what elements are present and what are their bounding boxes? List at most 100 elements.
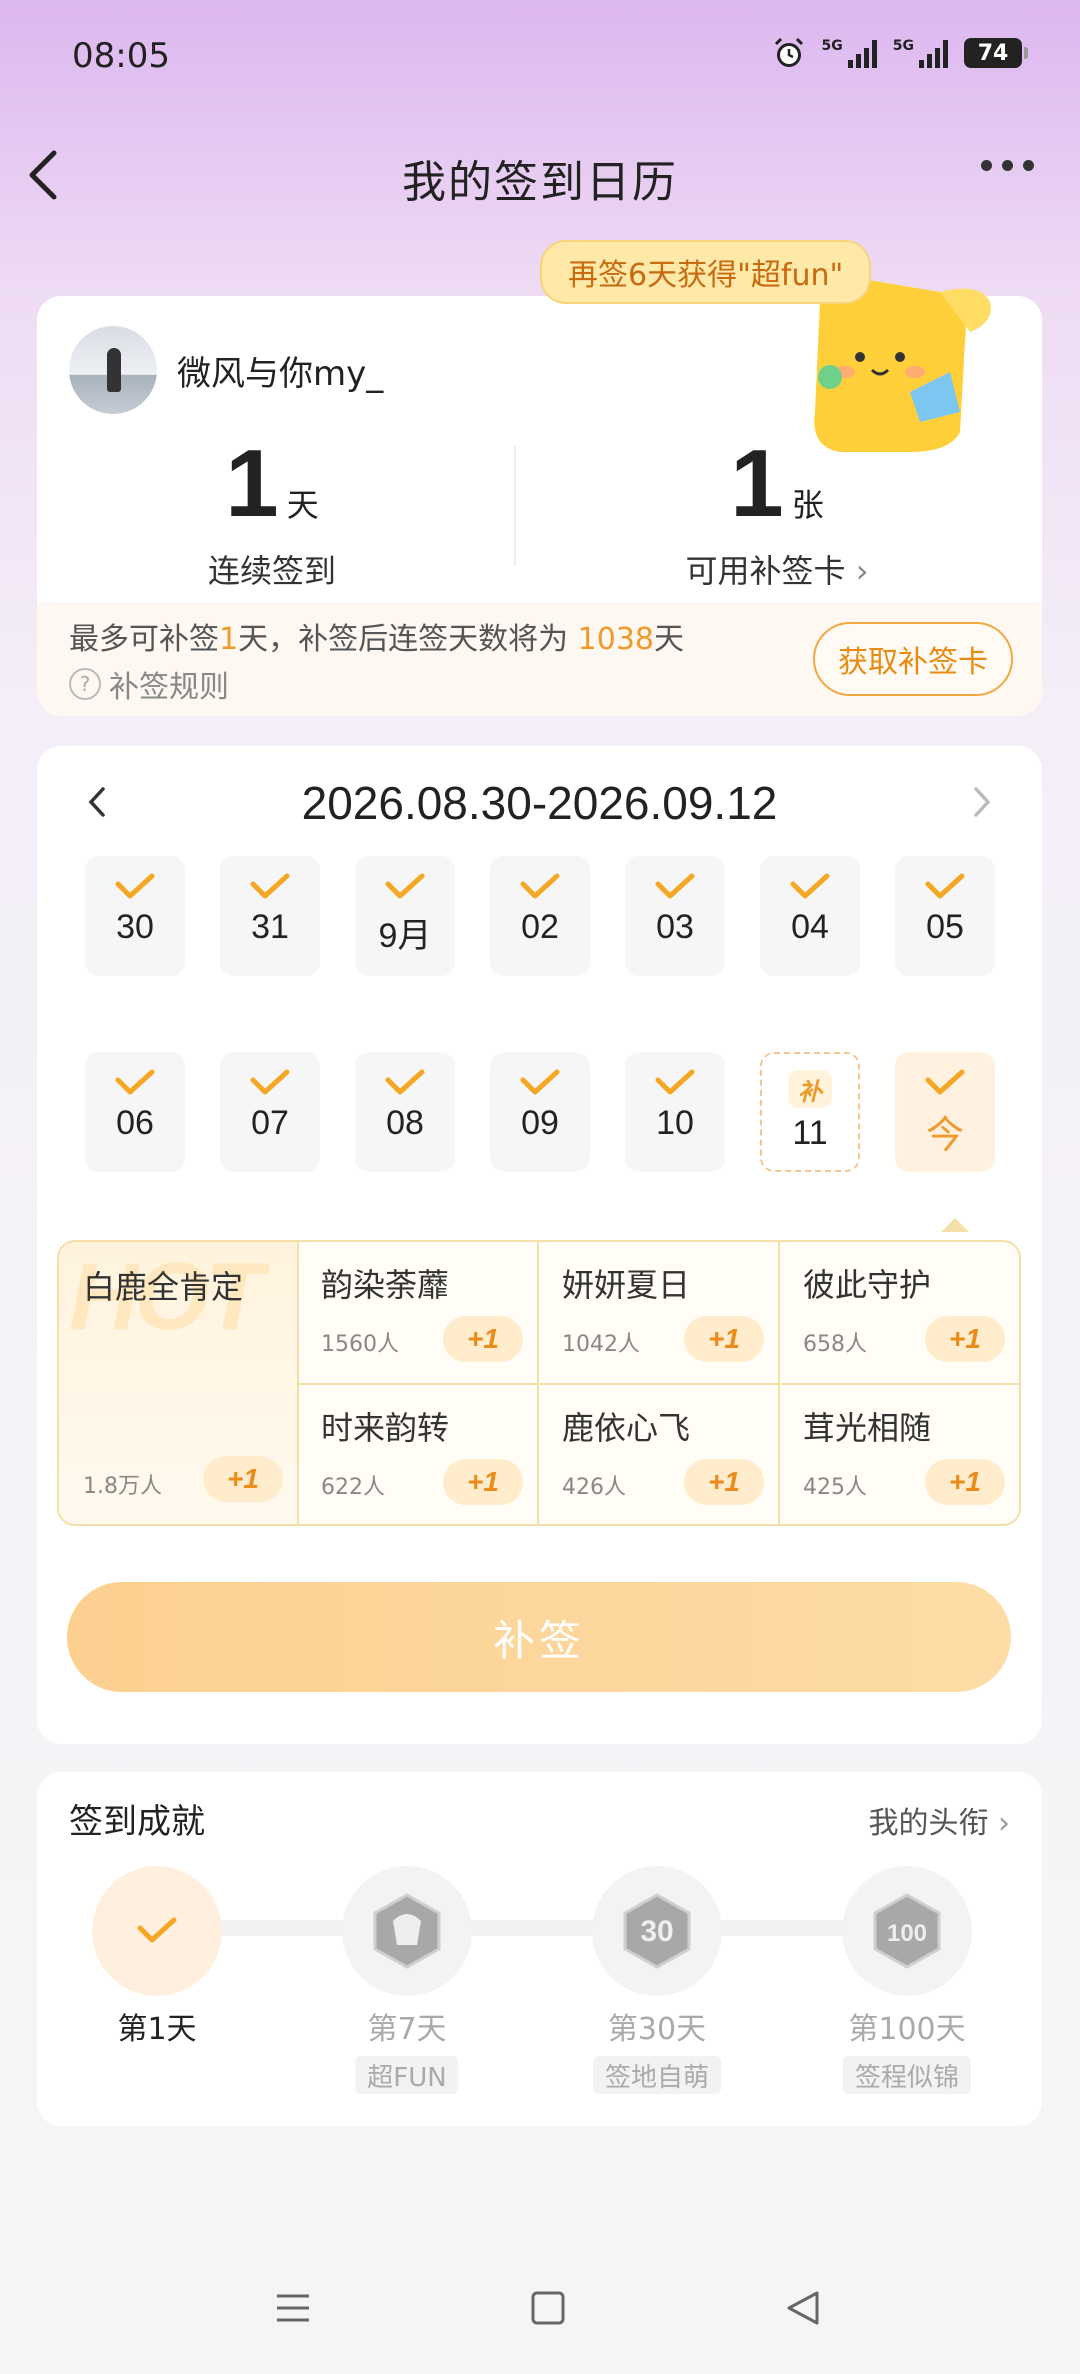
check-icon (655, 1069, 695, 1095)
check-icon (250, 1069, 290, 1095)
check-icon (385, 873, 425, 899)
signal-icon: 5G (893, 38, 948, 68)
check-icon (790, 873, 830, 899)
next-week-button[interactable] (962, 782, 1002, 822)
username: 微风与你my_ (177, 354, 384, 394)
topic-hot-cell[interactable]: HOT 白鹿全肯定 1.8万人 +1 (59, 1242, 299, 1524)
my-titles-link[interactable]: 我的头衔 › (868, 1798, 1010, 1842)
day-label: 今 (925, 1115, 964, 1157)
achievement-node[interactable]: 100 (842, 1866, 972, 1996)
topic-count: 1042人 (562, 1332, 640, 1357)
topic-cell[interactable]: 妍妍夏日 1042人 +1 (540, 1242, 780, 1385)
makeup-info-text: 最多可补签1天，补签后连签天数将为 1038天 (69, 622, 684, 657)
topic-name: 妍妍夏日 (562, 1266, 691, 1304)
day-label: 07 (251, 1104, 289, 1142)
day-label: 08 (386, 1104, 424, 1142)
calendar-day[interactable]: 07 (220, 1052, 320, 1172)
stat-divider (514, 446, 516, 566)
calendar-day-today[interactable]: 今 (895, 1052, 995, 1172)
calendar-day[interactable]: 31 (220, 856, 320, 976)
achievement-title-tag: 签地自萌 (592, 2056, 722, 2094)
check-icon (925, 873, 965, 899)
day-label: 09 (521, 1104, 559, 1142)
topic-count: 1.8万人 (83, 1474, 162, 1499)
status-icons: 5G 5G 74 (772, 36, 1028, 70)
home-icon[interactable] (530, 2290, 566, 2326)
streak-unit: 天 (286, 486, 319, 524)
streak-value: 1 (225, 430, 279, 537)
plus-one-button[interactable]: +1 (925, 1459, 1005, 1505)
plus-one-button[interactable]: +1 (443, 1459, 523, 1505)
topic-cell[interactable]: 时来韵转 622人 +1 (299, 1385, 539, 1524)
badge-number: 30 (640, 1915, 673, 1948)
calendar-week-1: 30 31 9月 02 03 04 05 (85, 856, 995, 976)
makeup-sign-button[interactable]: 补签 (67, 1582, 1011, 1692)
achievement-title-tag: 超FUN (355, 2056, 459, 2094)
streak-label: 连续签到 (207, 552, 336, 590)
achievement-label: 第7天 (367, 2012, 447, 2047)
calendar-day[interactable]: 06 (85, 1052, 185, 1172)
today-pointer (941, 1218, 969, 1232)
achievement-node[interactable] (92, 1866, 222, 1996)
topic-cell[interactable]: 彼此守护 658人 +1 (781, 1242, 1019, 1385)
plus-one-button[interactable]: +1 (443, 1316, 523, 1362)
day-label: 04 (791, 908, 829, 946)
day-label: 30 (116, 908, 154, 946)
plus-one-button[interactable]: +1 (203, 1456, 283, 1502)
plus-one-button[interactable]: +1 (925, 1316, 1005, 1362)
topic-name: 韵染荼蘼 (321, 1266, 450, 1304)
day-label: 06 (116, 1104, 154, 1142)
get-makeup-card-button[interactable]: 获取补签卡 (813, 622, 1013, 696)
alarm-icon (774, 37, 803, 67)
achievement-node[interactable]: 30 (592, 1866, 722, 1996)
topic-grid: HOT 白鹿全肯定 1.8万人 +1 韵染荼蘼 1560人 +1 妍妍夏日 1042人 +… (57, 1240, 1021, 1526)
more-dots-icon (981, 160, 992, 171)
calendar-day[interactable]: 04 (760, 856, 860, 976)
achievement-node[interactable] (342, 1866, 472, 1996)
plus-one-button[interactable]: +1 (684, 1459, 764, 1505)
check-icon (115, 1069, 155, 1095)
day-label: 10 (656, 1104, 694, 1142)
topic-cell[interactable]: 鹿依心飞 426人 +1 (540, 1385, 780, 1524)
topic-name: 鹿依心飞 (562, 1409, 691, 1447)
achievement-label: 第100天 (848, 2012, 966, 2047)
topic-count: 658人 (803, 1332, 867, 1357)
achievements-card: 签到成就 我的头衔 › 第1天 第7天 超FUN 30 第30天 签地自萌 100 第100天… (37, 1772, 1042, 2126)
calendar-day[interactable]: 03 (625, 856, 725, 976)
back-nav-icon[interactable] (785, 2290, 821, 2326)
check-icon (137, 1917, 177, 1943)
achievement-track (137, 1920, 937, 1936)
day-label: 03 (656, 908, 694, 946)
check-icon (385, 1069, 425, 1095)
plus-one-button[interactable]: +1 (684, 1316, 764, 1362)
calendar-day[interactable]: 30 (85, 856, 185, 976)
achievements-title: 签到成就 (69, 1802, 205, 1842)
makeup-badge: 补 (788, 1070, 832, 1108)
more-options-button[interactable] (981, 160, 1034, 171)
cards-label: 可用补签卡 › (685, 552, 869, 590)
date-range: 2026.08.30-2026.09.12 (301, 777, 778, 829)
makeup-rules-link[interactable]: ? 补签规则 (69, 662, 229, 706)
chevron-right-icon (974, 787, 991, 817)
check-icon (250, 873, 290, 899)
day-label: 31 (251, 908, 289, 946)
calendar-day[interactable]: 05 (895, 856, 995, 976)
check-icon (115, 873, 155, 899)
question-icon: ? (69, 668, 101, 700)
avatar[interactable] (69, 326, 157, 414)
status-time: 08:05 (72, 36, 170, 76)
day-label: 9月 (378, 917, 432, 955)
topic-cell[interactable]: 茸光相随 425人 +1 (781, 1385, 1019, 1524)
calendar-day[interactable]: 10 (625, 1052, 725, 1172)
topic-cell[interactable]: 韵染荼蘼 1560人 +1 (299, 1242, 539, 1385)
calendar-day[interactable]: 9月 (355, 856, 455, 976)
signal-icon: 5G (822, 38, 877, 68)
check-icon (925, 1069, 965, 1095)
day-label: 02 (521, 908, 559, 946)
calendar-day[interactable]: 08 (355, 1052, 455, 1172)
calendar-day[interactable]: 02 (490, 856, 590, 976)
calendar-day[interactable]: 09 (490, 1052, 590, 1172)
calendar-day[interactable]: 补 11 (760, 1052, 860, 1172)
check-icon (520, 1069, 560, 1095)
menu-icon[interactable] (275, 2292, 311, 2324)
